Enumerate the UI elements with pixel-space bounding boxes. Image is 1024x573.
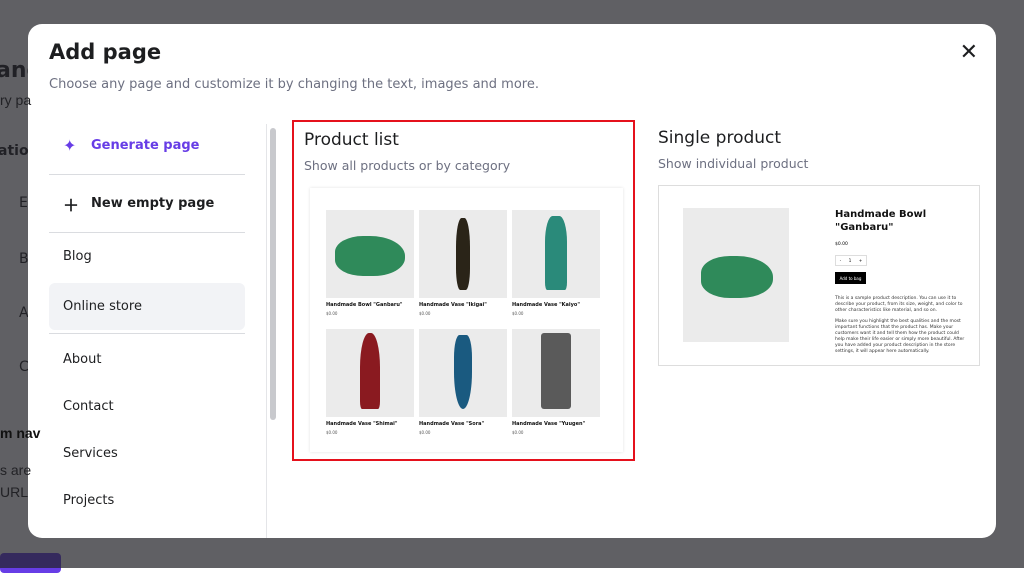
product-tile: Handmade Vase "Yuugen" $0.00: [512, 329, 600, 443]
card-subtitle: Show all products or by category: [304, 158, 511, 173]
product-name: Handmade Bowl "Ganbaru": [326, 302, 403, 308]
product-price: $0.00: [326, 311, 338, 316]
sparkle-icon: ✦: [63, 136, 77, 155]
product-price: $0.00: [326, 430, 338, 435]
single-product-preview: Handmade Bowl "Ganbaru" $0.00 - 1 + Add to…: [658, 185, 980, 366]
product-tile: Handmade Vase "Shimai" $0.00: [326, 329, 414, 443]
generate-page-button[interactable]: ✦ Generate page: [49, 117, 245, 175]
product-image: [512, 329, 600, 417]
add-to-bag-button[interactable]: Add to bag: [835, 272, 866, 284]
product-tile: Handmade Vase "Sora" $0.00: [419, 329, 507, 443]
add-page-modal: Add page Choose any page and customize i…: [28, 24, 996, 538]
nav-scrollbar[interactable]: [266, 124, 278, 538]
product-price: $0.00: [419, 311, 431, 316]
template-card-product-list[interactable]: Product list Show all products or by cat…: [292, 120, 635, 461]
modal-subtitle: Choose any page and customize it by chan…: [49, 77, 539, 92]
bg-text: s are: [0, 462, 32, 478]
product-name: Handmade Vase "Sora": [419, 421, 485, 427]
product-image: [326, 329, 414, 417]
scrollbar-thumb[interactable]: [270, 128, 276, 420]
bg-text: ry pa: [0, 92, 32, 108]
product-price: $0.00: [512, 311, 524, 316]
product-image: [419, 210, 507, 298]
quantity-value: 1: [848, 258, 852, 263]
product-image: [419, 329, 507, 417]
nav-item-services[interactable]: Services: [49, 430, 245, 477]
bg-text: URL: [0, 484, 29, 500]
modal-title: Add page: [49, 40, 162, 64]
bg-text: m nav: [0, 425, 41, 441]
quantity-stepper[interactable]: - 1 +: [835, 255, 867, 266]
product-list-preview: Handmade Bowl "Ganbaru" $0.00 Handmade V…: [310, 188, 623, 452]
nav-label: Generate page: [91, 138, 200, 153]
nav-item-contact[interactable]: Contact: [49, 383, 245, 430]
product-name: Handmade Vase "Ikigai": [419, 302, 487, 308]
product-image: [683, 208, 789, 342]
product-price: $0.00: [419, 430, 431, 435]
close-icon[interactable]: ✕: [960, 40, 978, 65]
product-image: [512, 210, 600, 298]
card-subtitle: Show individual product: [658, 156, 809, 171]
page-type-nav: ✦ Generate page ＋ New empty page Blog Onli…: [49, 117, 245, 524]
product-tile: Handmade Vase "Kaiyo" $0.00: [512, 210, 600, 324]
product-name: Handmade Vase "Yuugen": [512, 421, 586, 427]
nav-item-online-store[interactable]: Online store: [49, 283, 245, 330]
plus-button[interactable]: +: [859, 258, 862, 263]
card-title: Product list: [304, 130, 399, 150]
template-card-single-product[interactable]: Single product Show individual product H…: [648, 120, 991, 461]
product-price: $0.00: [512, 430, 524, 435]
minus-button[interactable]: -: [840, 258, 841, 263]
product-image: [326, 210, 414, 298]
product-name: Handmade Vase "Kaiyo": [512, 302, 580, 308]
card-title: Single product: [658, 128, 782, 148]
nav-item-blog[interactable]: Blog: [49, 233, 245, 280]
product-price: $0.00: [835, 242, 848, 247]
nav-item-about[interactable]: About: [49, 336, 245, 383]
new-empty-page-button[interactable]: ＋ New empty page: [49, 175, 245, 233]
product-tile: Handmade Vase "Ikigai" $0.00: [419, 210, 507, 324]
product-name: Handmade Vase "Shimai": [326, 421, 398, 427]
product-name: Handmade Bowl "Ganbaru": [835, 209, 927, 233]
product-description: This is a sample product description. Yo…: [835, 296, 963, 313]
nav-label: New empty page: [91, 196, 215, 211]
product-description: Make sure you highlight the best qualiti…: [835, 319, 965, 354]
plus-icon: ＋: [63, 195, 80, 215]
nav-item-projects[interactable]: Projects: [49, 477, 245, 524]
product-tile: Handmade Bowl "Ganbaru" $0.00: [326, 210, 414, 324]
